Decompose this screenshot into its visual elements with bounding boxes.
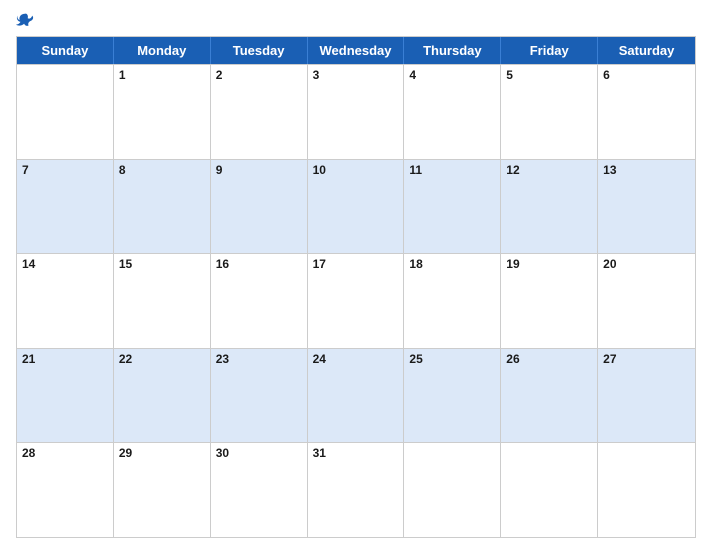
calendar-cell: 6 xyxy=(598,65,695,159)
day-number: 9 xyxy=(216,163,302,177)
calendar-page: SundayMondayTuesdayWednesdayThursdayFrid… xyxy=(0,0,712,550)
day-number: 23 xyxy=(216,352,302,366)
calendar-cell: 1 xyxy=(114,65,211,159)
calendar-cell xyxy=(501,443,598,537)
day-number: 21 xyxy=(22,352,108,366)
calendar-cell: 4 xyxy=(404,65,501,159)
day-number: 22 xyxy=(119,352,205,366)
day-number: 18 xyxy=(409,257,495,271)
day-of-week-header: Friday xyxy=(501,37,598,64)
day-number: 27 xyxy=(603,352,690,366)
day-number: 28 xyxy=(22,446,108,460)
day-of-week-header: Tuesday xyxy=(211,37,308,64)
day-number: 4 xyxy=(409,68,495,82)
day-number: 6 xyxy=(603,68,690,82)
calendar-cell: 24 xyxy=(308,349,405,443)
day-number: 10 xyxy=(313,163,399,177)
calendar-cell: 9 xyxy=(211,160,308,254)
calendar-cell xyxy=(598,443,695,537)
calendar-cell: 26 xyxy=(501,349,598,443)
calendar-cell: 23 xyxy=(211,349,308,443)
calendar-cell: 2 xyxy=(211,65,308,159)
calendar-cell: 22 xyxy=(114,349,211,443)
day-of-week-header: Saturday xyxy=(598,37,695,64)
calendar-cell xyxy=(17,65,114,159)
day-number: 19 xyxy=(506,257,592,271)
calendar-body: 1234567891011121314151617181920212223242… xyxy=(17,64,695,537)
calendar-week: 14 15 16 17 18 19 20 xyxy=(17,253,695,348)
calendar-cell: 29 xyxy=(114,443,211,537)
calendar-cell: 21 xyxy=(17,349,114,443)
calendar-cell: 30 xyxy=(211,443,308,537)
day-number: 17 xyxy=(313,257,399,271)
calendar-cell: 11 xyxy=(404,160,501,254)
calendar-cell: 10 xyxy=(308,160,405,254)
calendar-cell: 20 xyxy=(598,254,695,348)
calendar-cell: 25 xyxy=(404,349,501,443)
calendar-cell: 12 xyxy=(501,160,598,254)
calendar-cell: 15 xyxy=(114,254,211,348)
day-number: 30 xyxy=(216,446,302,460)
calendar-cell xyxy=(404,443,501,537)
calendar-cell: 19 xyxy=(501,254,598,348)
day-of-week-header: Sunday xyxy=(17,37,114,64)
calendar-cell: 8 xyxy=(114,160,211,254)
day-number: 20 xyxy=(603,257,690,271)
day-number: 5 xyxy=(506,68,592,82)
calendar-cell: 14 xyxy=(17,254,114,348)
day-of-week-header: Thursday xyxy=(404,37,501,64)
day-number: 3 xyxy=(313,68,399,82)
day-number: 2 xyxy=(216,68,302,82)
day-number: 26 xyxy=(506,352,592,366)
calendar-cell: 7 xyxy=(17,160,114,254)
day-number: 1 xyxy=(119,68,205,82)
calendar-header: SundayMondayTuesdayWednesdayThursdayFrid… xyxy=(17,37,695,64)
day-number: 12 xyxy=(506,163,592,177)
day-number: 15 xyxy=(119,257,205,271)
calendar-cell: 18 xyxy=(404,254,501,348)
day-number: 31 xyxy=(313,446,399,460)
day-number: 24 xyxy=(313,352,399,366)
day-number: 25 xyxy=(409,352,495,366)
calendar-cell: 17 xyxy=(308,254,405,348)
logo-bird-icon xyxy=(16,12,34,30)
calendar-cell: 13 xyxy=(598,160,695,254)
calendar-cell: 31 xyxy=(308,443,405,537)
calendar-cell: 16 xyxy=(211,254,308,348)
calendar-week: 21 22 23 24 25 26 27 xyxy=(17,348,695,443)
calendar-cell: 3 xyxy=(308,65,405,159)
day-number: 7 xyxy=(22,163,108,177)
day-number: 11 xyxy=(409,163,495,177)
calendar-cell: 27 xyxy=(598,349,695,443)
calendar-week: 789 10 11 12 13 xyxy=(17,159,695,254)
calendar-cell: 28 xyxy=(17,443,114,537)
calendar-grid: SundayMondayTuesdayWednesdayThursdayFrid… xyxy=(16,36,696,538)
calendar-week: 123456 xyxy=(17,64,695,159)
logo-blue-text xyxy=(16,12,36,30)
day-of-week-header: Monday xyxy=(114,37,211,64)
day-number: 16 xyxy=(216,257,302,271)
logo xyxy=(16,12,36,30)
calendar-week: 28 29 30 31 xyxy=(17,442,695,537)
day-of-week-header: Wednesday xyxy=(308,37,405,64)
page-header xyxy=(16,12,696,30)
calendar-cell: 5 xyxy=(501,65,598,159)
day-number: 29 xyxy=(119,446,205,460)
day-number: 13 xyxy=(603,163,690,177)
day-number: 14 xyxy=(22,257,108,271)
day-number: 8 xyxy=(119,163,205,177)
